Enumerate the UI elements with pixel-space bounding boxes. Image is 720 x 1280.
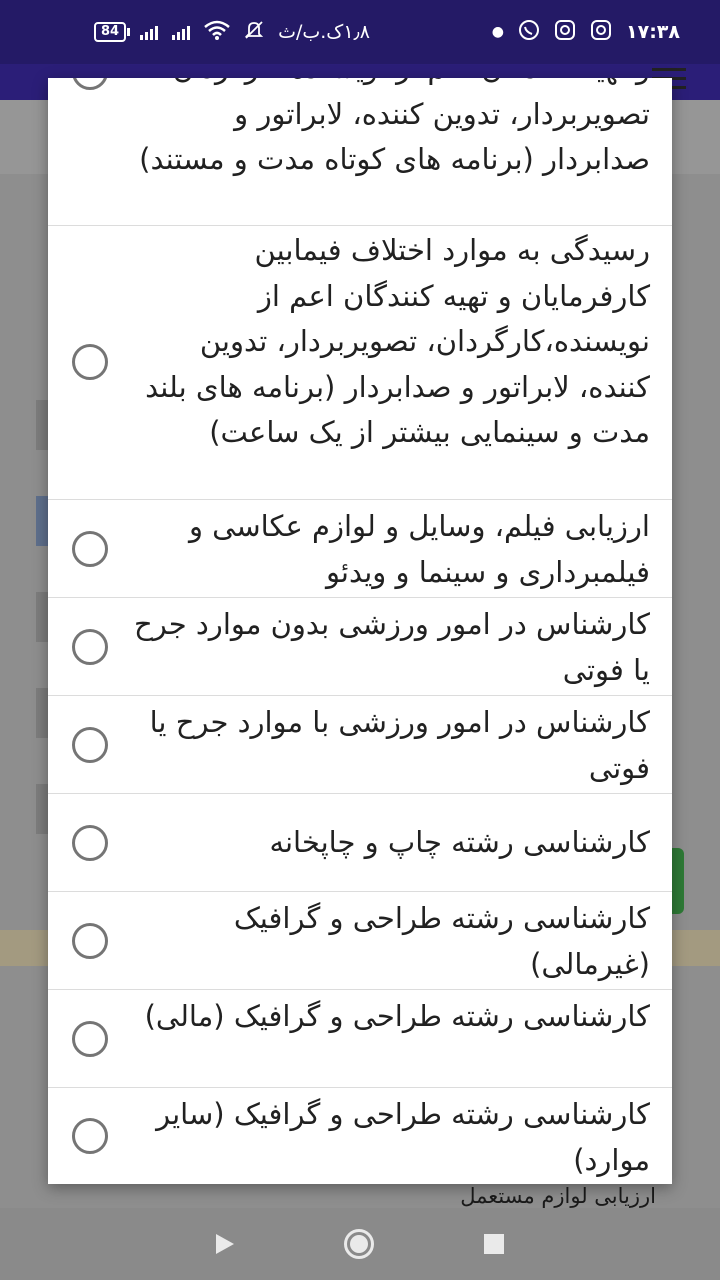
option-label: و تهیه کنندگان اعم از نویسنده،کارگردان، …: [139, 78, 650, 176]
mute-icon: [244, 20, 264, 45]
radio-button[interactable]: [72, 727, 108, 763]
option-item[interactable]: کارشناسی رشته طراحی و گرافیک (غیرمالی): [48, 892, 672, 990]
option-item[interactable]: کارشناسی رشته طراحی و گرافیک (مالی): [48, 990, 672, 1088]
selection-dialog: و تهیه کنندگان اعم از نویسنده،کارگردان، …: [48, 78, 672, 1184]
radio-button[interactable]: [72, 531, 108, 567]
background-text: ارزیابی لوازم مستعمل: [460, 1184, 656, 1208]
status-bar: 84 ۱٫۸ک.ب/ث ● ۱۷:۳۸: [0, 0, 720, 64]
option-item[interactable]: رسیدگی به موارد اختلاف فیمابین کارفرمایا…: [48, 226, 672, 500]
option-item[interactable]: و تهیه کنندگان اعم از نویسنده،کارگردان، …: [48, 78, 672, 226]
instagram-icon-2: [590, 19, 612, 46]
dot-icon: ●: [491, 24, 504, 40]
option-item[interactable]: کارشناس در امور ورزشی با موارد جرح یا فو…: [48, 696, 672, 794]
option-item[interactable]: کارشناسی رشته طراحی و گرافیک (سایر موارد…: [48, 1088, 672, 1184]
option-item[interactable]: کارشناسی رشته چاپ و چاپخانه: [48, 794, 672, 892]
radio-button[interactable]: [72, 923, 108, 959]
signal-icon-2: [172, 24, 191, 40]
option-label: کارشناسی رشته طراحی و گرافیک (غیرمالی): [233, 901, 650, 981]
option-label: کارشناس در امور ورزشی بدون موارد جرح یا …: [134, 607, 650, 687]
option-label: رسیدگی به موارد اختلاف فیمابین کارفرمایا…: [145, 233, 650, 449]
status-left: 84 ۱٫۸ک.ب/ث: [94, 20, 370, 45]
option-item[interactable]: کارشناس در امور ورزشی بدون موارد جرح یا …: [48, 598, 672, 696]
battery-icon: 84: [94, 22, 131, 42]
radio-button[interactable]: [72, 1021, 108, 1057]
signal-icon: [140, 24, 159, 40]
option-label: کارشناسی رشته چاپ و چاپخانه: [269, 825, 650, 859]
recent-apps-icon[interactable]: [484, 1234, 504, 1254]
option-label: کارشناس در امور ورزشی با موارد جرح یا فو…: [149, 705, 650, 785]
back-icon[interactable]: [216, 1234, 234, 1254]
network-speed: ۱٫۸ک.ب/ث: [278, 21, 370, 43]
wifi-icon: [204, 20, 230, 45]
radio-button[interactable]: [72, 78, 108, 90]
instagram-icon: [554, 19, 576, 46]
radio-button[interactable]: [72, 344, 108, 380]
option-label: ارزیابی فیلم، وسایل و لوازم عکاسی و فیلم…: [188, 509, 650, 589]
option-item[interactable]: ارزیابی فیلم، وسایل و لوازم عکاسی و فیلم…: [48, 500, 672, 598]
clock: ۱۷:۳۸: [626, 21, 680, 43]
option-label: کارشناسی رشته طراحی و گرافیک (مالی): [144, 999, 650, 1033]
option-label: کارشناسی رشته طراحی و گرافیک (سایر موارد…: [156, 1097, 650, 1177]
navigation-bar: [0, 1208, 720, 1280]
radio-button[interactable]: [72, 825, 108, 861]
radio-button[interactable]: [72, 629, 108, 665]
radio-button[interactable]: [72, 1118, 108, 1154]
whatsapp-icon: [518, 19, 540, 46]
status-right: ● ۱۷:۳۸: [492, 19, 680, 46]
home-icon[interactable]: [344, 1229, 374, 1259]
